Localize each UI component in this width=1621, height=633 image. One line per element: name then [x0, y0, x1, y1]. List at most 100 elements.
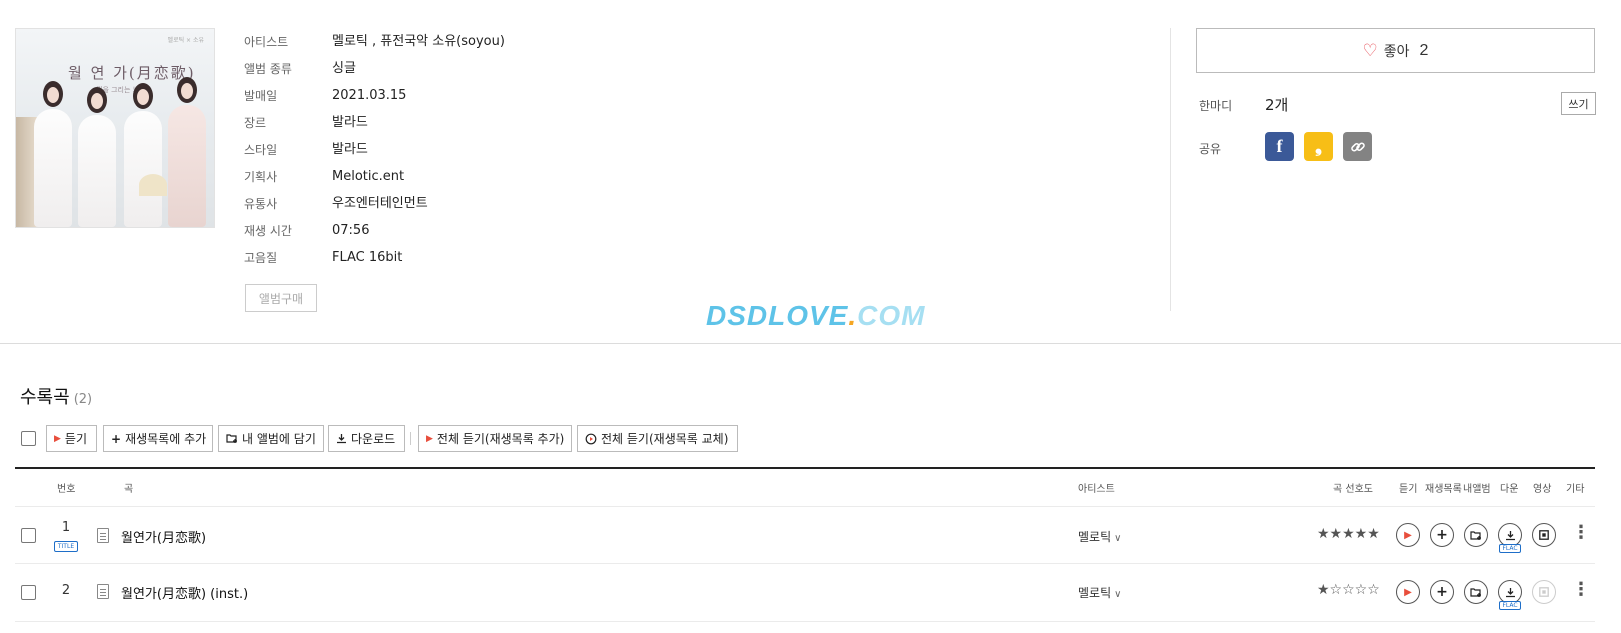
artist-link[interactable]: 멜로틱 , 퓨전국악 소유(soyou): [332, 32, 505, 52]
track-rating[interactable]: ★★★★★: [1317, 526, 1380, 542]
info-row-duration: 재생 시간 07:56: [244, 221, 844, 241]
download-icon: [1505, 530, 1515, 540]
tracks-section-title: 수록곡 (2): [20, 383, 92, 409]
comment-label: 한마디: [1199, 99, 1233, 113]
flac-badge: FLAC: [1499, 544, 1521, 553]
lyrics-icon[interactable]: [97, 528, 109, 543]
track-title[interactable]: 월연가(月恋歌): [121, 527, 206, 546]
info-key: 스타일: [244, 143, 278, 157]
play-all-replace-button[interactable]: 전체 듣기(재생목록 교체): [577, 425, 738, 452]
info-row-quality: 고음질 FLAC 16bit: [244, 248, 844, 268]
like-count: 2: [1419, 41, 1429, 59]
listen-button[interactable]: ▶ 듣기: [46, 425, 97, 452]
flac-badge: FLAC: [1499, 601, 1521, 610]
header-my-album: 내앨범: [1463, 484, 1491, 495]
cover-title: 월 연 가(月恋歌): [68, 64, 196, 82]
vertical-divider: [1170, 28, 1171, 311]
more-vertical-icon[interactable]: ⋮: [1572, 522, 1590, 543]
lyrics-icon[interactable]: [97, 584, 109, 599]
heart-icon: ♡: [1362, 40, 1378, 60]
track-add-album-button[interactable]: [1464, 523, 1488, 547]
info-key: 유통사: [244, 197, 278, 211]
info-row-release-date: 발매일 2021.03.15: [244, 86, 844, 106]
chevron-down-icon: ∨: [1114, 589, 1122, 600]
like-button[interactable]: ♡ 좋아 2: [1196, 28, 1595, 73]
download-label: 다운로드: [351, 432, 396, 446]
row-divider: [15, 506, 1595, 507]
facebook-share-icon[interactable]: f: [1265, 132, 1294, 161]
info-key: 아티스트: [244, 35, 289, 49]
play-icon: ▶: [426, 433, 433, 444]
track-video-button[interactable]: [1532, 523, 1556, 547]
track-number: 2: [61, 583, 71, 598]
info-value: FLAC 16bit: [332, 250, 403, 265]
select-all-checkbox[interactable]: [21, 431, 36, 446]
info-row-album-type: 앨범 종류 싱글: [244, 59, 844, 79]
cover-figure: [78, 87, 116, 227]
link-share-icon[interactable]: [1343, 132, 1372, 161]
video-icon: [1539, 530, 1549, 540]
track-add-playlist-button[interactable]: +: [1430, 523, 1454, 547]
track-artist-name: 멜로틱: [1078, 586, 1112, 600]
play-all-add-button[interactable]: ▶ 전체 듣기(재생목록 추가): [418, 425, 572, 452]
info-value: 2021.03.15: [332, 88, 407, 103]
info-row-agency: 기획사 Melotic.ent: [244, 167, 844, 187]
info-key: 발매일: [244, 89, 278, 103]
share-label: 공유: [1199, 142, 1222, 156]
listen-label: 듣기: [64, 432, 88, 446]
track-play-button[interactable]: ▶: [1396, 580, 1420, 604]
title-badge: TITLE: [54, 541, 78, 552]
info-row-artist: 아티스트 멜로틱 , 퓨전국악 소유(soyou): [244, 32, 844, 52]
watermark-part: COM: [857, 300, 926, 331]
header-download: 다운: [1500, 484, 1519, 495]
header-rating: 곡 선호도: [1333, 484, 1373, 495]
tracks-count: (2): [73, 392, 93, 407]
row-divider: [15, 621, 1595, 622]
play-icon: ▶: [54, 433, 61, 444]
track-artist-name: 멜로틱: [1078, 530, 1112, 544]
info-value: 우조엔터테인먼트: [332, 196, 428, 211]
watermark-dot: .: [848, 300, 858, 331]
info-value: 발라드: [332, 115, 368, 130]
info-key: 재생 시간: [244, 224, 292, 238]
cover-figure: [34, 81, 72, 227]
track-rating[interactable]: ★☆☆☆☆: [1317, 582, 1380, 598]
track-artist[interactable]: 멜로틱 ∨: [1078, 528, 1121, 545]
kakao-share-icon[interactable]: ❟: [1304, 132, 1333, 161]
track-add-playlist-button[interactable]: +: [1430, 580, 1454, 604]
add-to-playlist-button[interactable]: + 재생목록에 추가: [103, 425, 213, 452]
cover-fan: [139, 174, 167, 196]
buy-album-button[interactable]: 앨범구매: [245, 284, 317, 312]
track-add-album-button[interactable]: [1464, 580, 1488, 604]
add-to-my-album-button[interactable]: 내 앨범에 담기: [218, 425, 324, 452]
link-icon: [1350, 141, 1365, 152]
track-number: 1: [61, 520, 71, 535]
write-comment-button[interactable]: 쓰기: [1561, 92, 1596, 115]
add-album-label: 내 앨범에 담기: [242, 432, 316, 446]
album-cover[interactable]: 멜로틱 × 소유 월 연 가(月恋歌) 월을 그리는 노래: [15, 28, 215, 228]
download-button[interactable]: 다운로드: [328, 425, 405, 452]
cover-figure: [168, 77, 206, 227]
more-vertical-icon[interactable]: ⋮: [1572, 579, 1590, 600]
cover-figure: [124, 83, 162, 227]
info-value: 싱글: [332, 61, 356, 76]
replace-play-icon: [585, 433, 597, 444]
header-artist: 아티스트: [1078, 484, 1115, 495]
track-artist[interactable]: 멜로틱 ∨: [1078, 584, 1121, 601]
add-playlist-label: 재생목록에 추가: [125, 432, 207, 446]
info-row-style: 스타일 발라드: [244, 140, 844, 160]
track-title[interactable]: 월연가(月恋歌) (inst.): [121, 583, 248, 602]
folder-add-icon: [226, 434, 237, 443]
info-row-genre: 장르 발라드: [244, 113, 844, 133]
cover-corner-text: 멜로틱 × 소유: [167, 37, 204, 44]
plus-icon: +: [111, 431, 122, 446]
track-checkbox[interactable]: [21, 585, 36, 600]
track-checkbox[interactable]: [21, 528, 36, 543]
info-row-distributor: 유통사 우조엔터테인먼트: [244, 194, 844, 214]
folder-add-icon: [1470, 587, 1481, 597]
info-key: 앨범 종류: [244, 62, 292, 76]
comment-count[interactable]: 2개: [1265, 94, 1288, 115]
like-label: 좋아: [1383, 42, 1410, 59]
track-play-button[interactable]: ▶: [1396, 523, 1420, 547]
download-icon: [337, 434, 346, 444]
